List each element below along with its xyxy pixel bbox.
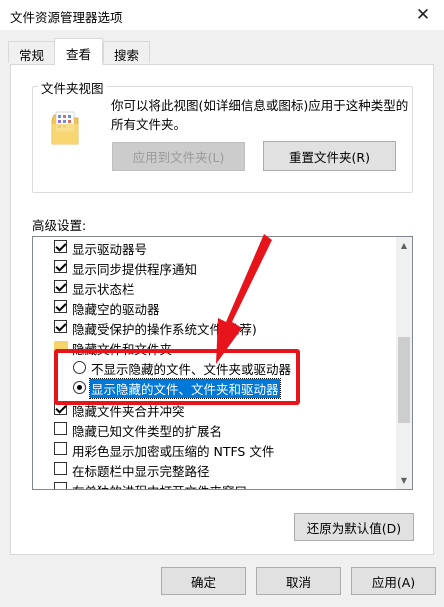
tab-general[interactable]: 常规 [8,41,55,63]
scrollbar-thumb[interactable] [398,337,410,423]
list-item[interactable]: 隐藏已知文件类型的扩展名 [33,419,398,439]
list-item[interactable]: 隐藏文件夹合并冲突 [33,397,398,419]
list-item[interactable]: 隐藏空的驱动器 [33,297,398,317]
list-item-label: 隐藏已知文件类型的扩展名 [72,424,223,439]
cancel-button[interactable]: 取消 [256,567,341,595]
ok-button[interactable]: 确定 [161,567,246,595]
folder-view-icon [51,111,79,145]
vertical-scrollbar[interactable]: ▲ ▼ [396,237,412,489]
list-item[interactable]: 显示驱动器号 [33,237,398,257]
list-item-label: 在单独的进程中打开文件夹窗口 [72,481,247,489]
checkbox[interactable] [54,462,67,475]
list-item-label: 隐藏空的驱动器 [72,302,160,317]
checkbox[interactable] [54,280,67,293]
list-item-label: 显示驱动器号 [72,242,148,257]
folder-icon [54,341,68,352]
reset-folders-button[interactable]: 重置文件夹(R) [263,141,396,171]
list-item[interactable]: 显示同步提供程序通知 [33,257,398,277]
checkbox[interactable] [54,260,67,273]
advanced-settings-label: 高级设置: [32,218,87,233]
scroll-up-icon[interactable]: ▲ [396,237,412,254]
restore-defaults-button[interactable]: 还原为默认值(D) [294,513,414,541]
tab-search[interactable]: 搜索 [103,41,150,63]
checkbox[interactable] [54,402,67,415]
radio-button[interactable] [73,361,86,374]
list-item-label: 隐藏文件夹合并冲突 [72,404,185,419]
advanced-settings-list[interactable]: 显示驱动器号 显示同步提供程序通知 显示状态栏 隐藏空的驱动器 隐藏受保护的操作… [32,236,413,490]
folder-views-description: 你可以将此视图(如详细信息或图标)应用于这种类型的所有文件夹。 [111,98,409,132]
list-item-label: 显示隐藏的文件、文件夹和驱动器 [89,378,281,399]
list-item-label: 隐藏文件和文件夹 [72,342,173,357]
scroll-down-icon[interactable]: ▼ [396,472,412,489]
checkbox[interactable] [54,320,67,333]
list-item[interactable]: 用彩色显示加密或压缩的 NTFS 文件 [33,439,398,459]
list-item[interactable]: 隐藏受保护的操作系统文件(推荐) [33,317,398,337]
checkbox[interactable] [54,300,67,313]
list-item[interactable]: 显示隐藏的文件、文件夹和驱动器 [33,377,398,399]
list-item-label: 不显示隐藏的文件、文件夹或驱动器 [91,362,292,377]
list-item-label: 用彩色显示加密或压缩的 NTFS 文件 [72,444,275,459]
list-item[interactable]: 显示状态栏 [33,277,398,297]
title-bar: 文件资源管理器选项 ✕ [0,0,444,30]
list-item-label: 隐藏受保护的操作系统文件(推荐) [72,322,257,337]
checkbox[interactable] [54,442,67,455]
close-icon[interactable]: ✕ [410,4,436,26]
list-item-label: 显示同步提供程序通知 [72,262,198,277]
list-item[interactable]: 不显示隐藏的文件、文件夹或驱动器 [33,357,398,377]
apply-button[interactable]: 应用(A) [351,567,436,595]
checkbox[interactable] [54,240,67,253]
checkbox[interactable] [54,422,67,435]
list-item-label: 显示状态栏 [72,282,135,297]
folder-views-label: 文件夹视图 [38,78,107,97]
list-item[interactable]: 在单独的进程中打开文件夹窗口 [33,479,398,489]
apply-to-folders-button[interactable]: 应用到文件夹(L) [112,142,245,171]
tab-view[interactable]: 查看 [54,38,103,65]
checkbox[interactable] [54,482,67,489]
list-item-label: 在标题栏中显示完整路径 [72,464,210,479]
list-item: 隐藏文件和文件夹 [33,337,398,357]
window-title: 文件资源管理器选项 [10,10,123,25]
radio-button[interactable] [73,381,86,394]
list-item[interactable]: 在标题栏中显示完整路径 [33,459,398,479]
